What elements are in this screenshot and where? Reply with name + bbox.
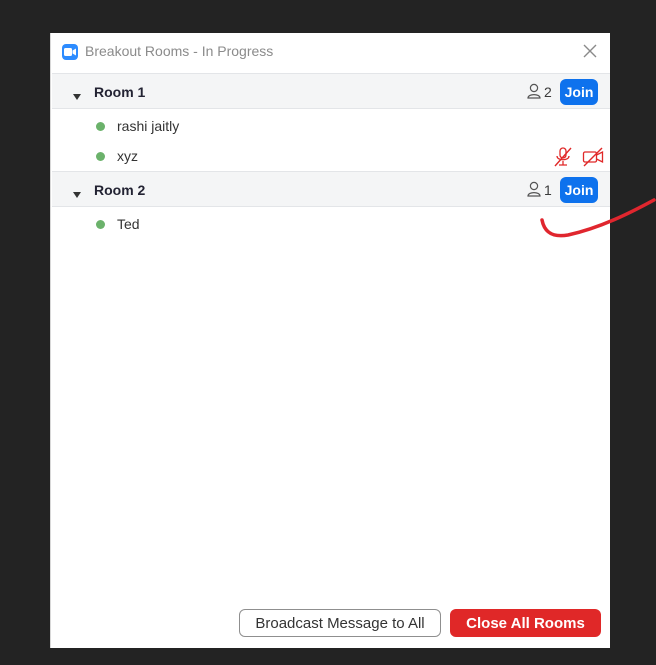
zoom-camera-icon (62, 44, 78, 60)
online-status-dot (96, 152, 105, 161)
online-status-dot (96, 122, 105, 131)
mic-muted-icon (553, 146, 573, 173)
close-icon[interactable] (581, 42, 599, 60)
participant-count: 2 (544, 84, 552, 100)
room-header-room-1[interactable]: Room 1 2 Join (52, 73, 610, 109)
join-room-1-button[interactable]: Join (560, 79, 598, 105)
close-all-rooms-button[interactable]: Close All Rooms (450, 609, 601, 637)
annotation-scribble (540, 198, 656, 238)
video-off-icon (582, 146, 604, 173)
breakout-rooms-window: Breakout Rooms - In Progress Room 1 2 Jo… (50, 33, 610, 648)
room-header-room-2[interactable]: Room 2 1 Join (52, 171, 610, 207)
participant-row: rashi jaitly (52, 112, 610, 142)
online-status-dot (96, 220, 105, 229)
title-bar: Breakout Rooms - In Progress (51, 33, 610, 71)
room-name: Room 1 (94, 84, 146, 100)
participant-name: xyz (117, 148, 138, 164)
person-icon (527, 83, 541, 104)
participant-name: rashi jaitly (117, 118, 180, 134)
collapse-caret-icon[interactable] (72, 186, 82, 204)
broadcast-message-button[interactable]: Broadcast Message to All (239, 609, 441, 637)
participant-row: Ted (52, 210, 610, 240)
participant-row: xyz (52, 142, 610, 172)
collapse-caret-icon[interactable] (72, 88, 82, 106)
participant-name: Ted (117, 216, 140, 232)
window-title: Breakout Rooms - In Progress (85, 43, 274, 59)
room-name: Room 2 (94, 182, 146, 198)
